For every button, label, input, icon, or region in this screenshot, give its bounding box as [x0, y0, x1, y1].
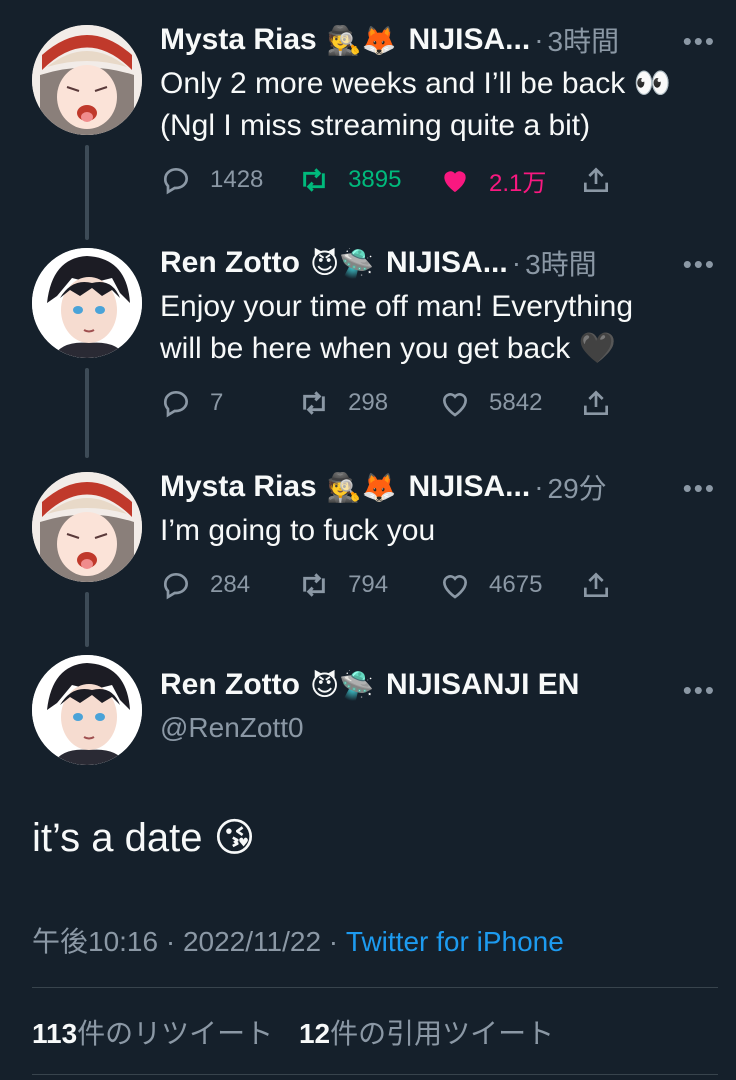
- tweet-timestamp: 午後10:16 · 2022/11/22 ·: [32, 926, 346, 957]
- share-icon: [584, 167, 608, 192]
- retweet-count: 3895: [348, 166, 402, 193]
- like-count: 5842: [489, 389, 543, 416]
- author-org: NIJISA...: [386, 246, 508, 279]
- author-name[interactable]: Mysta Rias: [160, 470, 317, 504]
- like-icon: [444, 171, 466, 192]
- retweet-icon: [303, 573, 325, 597]
- share-button[interactable]: [580, 164, 630, 196]
- reply-count: 1428: [210, 166, 264, 193]
- tweet-text-line: (Ngl I miss streaming quite a bit): [160, 109, 591, 142]
- like-count: 2.1万: [489, 169, 547, 197]
- thread-connector: [85, 368, 89, 458]
- thread-connector: [85, 592, 89, 647]
- tweet-header: Ren Zotto 😈🛸 NIJISA... · 3時間 •••: [160, 243, 716, 283]
- reply-icon: [163, 572, 188, 600]
- share-icon: [584, 390, 608, 415]
- author-name[interactable]: Ren Zotto: [160, 668, 300, 702]
- share-button[interactable]: [580, 387, 630, 419]
- tweet-text: Only 2 more weeks and I’ll be back 👀 (Ng…: [160, 63, 716, 147]
- tweet-actions: 284 794 4675: [160, 565, 630, 605]
- tweet-time[interactable]: 3時間: [525, 243, 597, 283]
- retweet-button[interactable]: 3895: [298, 164, 439, 196]
- like-icon: [443, 575, 468, 599]
- tweet-text: I’m going to fuck you: [160, 510, 716, 552]
- tweet-text-line: Only 2 more weeks and I’ll be back 👀: [160, 67, 671, 100]
- author-name[interactable]: Mysta Rias: [160, 23, 317, 57]
- main-author: Ren Zotto 😈🛸 NIJISANJI EN: [160, 668, 579, 702]
- retweet-icon: [303, 391, 325, 415]
- author-org: NIJISA...: [408, 470, 531, 503]
- avatar-mysta[interactable]: [32, 472, 142, 582]
- share-button[interactable]: [580, 569, 630, 601]
- author-emojis: 😈🛸: [309, 668, 375, 702]
- thread-connector: [85, 145, 89, 240]
- quote-stat-label: 件の引用ツイート: [330, 1018, 555, 1049]
- like-icon: [443, 393, 468, 417]
- reply-icon: [163, 390, 188, 418]
- tweet-header: Mysta Rias 🕵️🦊 NIJISA... · 3時間 •••: [160, 20, 716, 60]
- like-button[interactable]: 2.1万: [439, 163, 580, 198]
- separator-dot: ·: [511, 247, 522, 278]
- tweet-text-line: Enjoy your time off man! Everything: [160, 290, 633, 323]
- like-count: 4675: [489, 571, 543, 598]
- more-icon[interactable]: •••: [683, 249, 716, 280]
- author-emojis: 🕵️🦊: [326, 23, 397, 57]
- tweet-actions: 7 298 5842: [160, 383, 630, 423]
- like-button[interactable]: 5842: [439, 387, 580, 419]
- reply-button[interactable]: 7: [160, 387, 298, 419]
- author-name[interactable]: Ren Zotto: [160, 246, 300, 280]
- retweet-count: 298: [348, 389, 389, 416]
- retweet-stat-count: 113: [32, 1018, 78, 1049]
- avatar-ren[interactable]: [32, 655, 142, 765]
- retweet-icon: [303, 168, 325, 192]
- divider: [32, 1074, 718, 1075]
- share-icon: [584, 572, 608, 597]
- divider: [32, 987, 718, 988]
- avatar-ren[interactable]: [32, 248, 142, 358]
- author-handle[interactable]: @RenZott0: [160, 712, 304, 744]
- more-icon[interactable]: •••: [683, 675, 716, 706]
- retweet-button[interactable]: 298: [298, 387, 439, 419]
- reply-count: 7: [210, 389, 224, 416]
- tweet-meta: 午後10:16 · 2022/11/22 · Twitter for iPhon…: [32, 920, 564, 960]
- tweet-header: Mysta Rias 🕵️🦊 NIJISA... · 29分 •••: [160, 467, 716, 507]
- tweet-time[interactable]: 3時間: [548, 20, 620, 60]
- avatar-mysta[interactable]: [32, 25, 142, 135]
- separator-dot: ·: [534, 24, 544, 55]
- reply-button[interactable]: 284: [160, 569, 298, 601]
- like-button[interactable]: 4675: [439, 569, 580, 601]
- retweet-count: 794: [348, 571, 389, 598]
- tweet-text: Enjoy your time off man! Everything will…: [160, 286, 716, 370]
- main-tweet-text: it’s a date 😘: [32, 816, 256, 860]
- reply-icon: [163, 167, 188, 195]
- author-emojis: 🕵️🦊: [326, 470, 397, 504]
- reply-button[interactable]: 1428: [160, 164, 298, 196]
- author-emojis: 😈🛸: [309, 246, 375, 280]
- tweet-actions: 1428 3895 2.1万: [160, 160, 630, 200]
- tweet-text-line: will be here when you get back 🖤: [160, 332, 616, 365]
- tweet-source-link[interactable]: Twitter for iPhone: [346, 926, 564, 957]
- quote-stat-count: 12: [298, 1018, 331, 1049]
- reply-count: 284: [210, 571, 251, 598]
- tweet-text-line: I’m going to fuck you: [160, 514, 436, 547]
- retweet-stat-label: 件のリツイート: [77, 1018, 274, 1049]
- tweet-time[interactable]: 29分: [548, 467, 607, 507]
- retweet-stat[interactable]: 113件のリツイート: [32, 1018, 273, 1049]
- separator-dot: ·: [534, 471, 544, 502]
- more-icon[interactable]: •••: [683, 26, 716, 57]
- tweet-stats: 113件のリツイート 12件の引用ツイート: [32, 1012, 554, 1052]
- quote-stat[interactable]: 12件の引用ツイート: [299, 1018, 554, 1049]
- author-org: NIJISA...: [408, 23, 531, 56]
- retweet-button[interactable]: 794: [298, 569, 439, 601]
- more-icon[interactable]: •••: [683, 473, 716, 504]
- author-org: NIJISANJI EN: [386, 668, 580, 701]
